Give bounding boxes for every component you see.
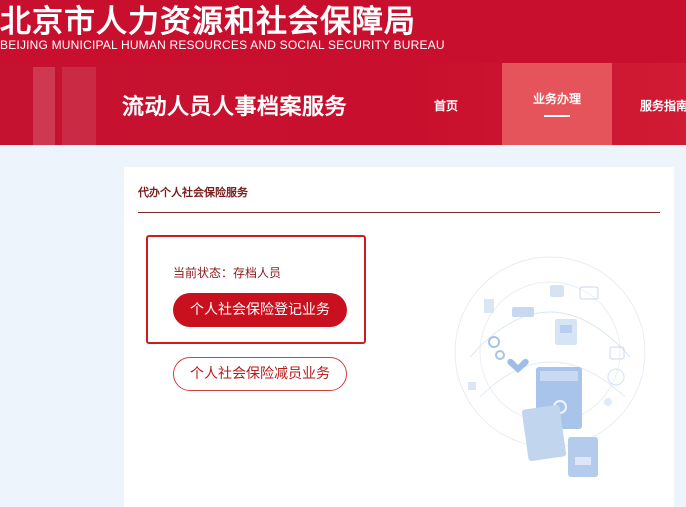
- site-subtitle: BEIJING MUNICIPAL HUMAN RESOURCES AND SO…: [0, 38, 445, 52]
- nav-item-label: 业务办理: [532, 92, 581, 106]
- nav-item-home[interactable]: 首页: [418, 63, 474, 145]
- service-panel: 代办个人社会保险服务 当前状态：存档人员 个人社会保险登记业务 个人社会保险减员…: [124, 167, 674, 507]
- register-insurance-button[interactable]: 个人社会保险登记业务: [173, 293, 347, 327]
- nav-item-label: 服务指南: [640, 99, 686, 113]
- divider: [138, 212, 660, 213]
- nav-item-business[interactable]: 业务办理: [502, 63, 612, 145]
- main-navbar: 流动人员人事档案服务 首页 业务办理 服务指南: [0, 63, 686, 145]
- nav-decoration: [33, 67, 55, 145]
- service-illustration: [454, 256, 646, 477]
- top-banner: 北京市人力资源和社会保障局 BEIJING MUNICIPAL HUMAN RE…: [0, 0, 686, 63]
- highlight-frame: [146, 235, 366, 344]
- service-title: 流动人员人事档案服务: [122, 95, 348, 120]
- panel-title: 代办个人社会保险服务: [138, 186, 248, 199]
- nav-item-guide[interactable]: 服务指南: [632, 63, 686, 145]
- nav-decoration: [62, 67, 96, 145]
- nav-item-label: 首页: [433, 99, 458, 113]
- reduce-insurance-button[interactable]: 个人社会保险减员业务: [173, 357, 347, 391]
- active-indicator: [544, 115, 570, 117]
- status-text: 当前状态：存档人员: [173, 266, 282, 280]
- site-title: 北京市人力资源和社会保障局: [0, 4, 416, 40]
